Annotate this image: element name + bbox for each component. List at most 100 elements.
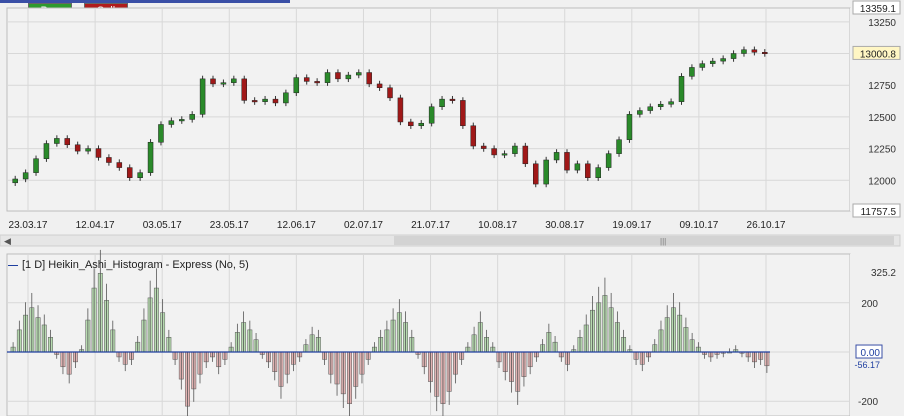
- candle-up: [189, 114, 195, 120]
- candle-down: [585, 163, 591, 178]
- candle-up: [85, 148, 91, 152]
- candle-down: [241, 78, 247, 101]
- candle-up: [616, 139, 622, 154]
- candle-up: [147, 141, 154, 173]
- candle-down: [251, 100, 258, 103]
- candle-down: [408, 121, 414, 127]
- date-tick-label: 30.08.17: [545, 220, 584, 231]
- indicator-tick-label: -200: [858, 397, 878, 408]
- legend-line-icon: [8, 264, 18, 266]
- candle-up: [605, 153, 612, 168]
- candle-down: [74, 144, 81, 152]
- candle-down: [272, 98, 279, 104]
- candle-up: [428, 106, 435, 124]
- candle-down: [449, 98, 456, 101]
- candle-up: [418, 122, 424, 127]
- candle-down: [210, 78, 216, 85]
- candle-up: [262, 98, 268, 102]
- candle-up: [199, 78, 206, 115]
- price-tick-label: 12000: [868, 176, 896, 187]
- horizontal-scrollbar[interactable]: ◀ |||: [0, 234, 901, 247]
- candle-up: [324, 72, 331, 83]
- price-tick-label: 12750: [868, 81, 896, 92]
- candle-down: [376, 83, 383, 88]
- candle-down: [470, 125, 477, 147]
- candle-up: [137, 172, 143, 178]
- date-tick-label: 21.07.17: [411, 220, 450, 231]
- candle-up: [699, 63, 706, 68]
- candle-down: [397, 97, 404, 123]
- candle-down: [751, 49, 758, 53]
- scroll-grip-icon[interactable]: |||: [660, 237, 666, 246]
- candle-up: [43, 143, 50, 159]
- candle-down: [106, 157, 112, 163]
- price-current-label: 13000.8: [860, 49, 897, 60]
- candle-up: [709, 60, 716, 64]
- candle-up: [730, 53, 737, 59]
- date-tick-label: 02.07.17: [344, 220, 383, 231]
- date-tick-label: 10.08.17: [478, 220, 517, 231]
- candle-down: [303, 77, 310, 82]
- candle-up: [668, 101, 674, 105]
- indicator-legend-label: [1 D] Heikin_Ashi_Histogram - Express (N…: [22, 259, 249, 271]
- date-tick-label: 23.03.17: [9, 220, 48, 231]
- candle-up: [595, 167, 601, 178]
- candle-up: [553, 152, 560, 161]
- candle-up: [356, 72, 362, 76]
- candle-up: [637, 110, 643, 115]
- candle-up: [439, 98, 445, 107]
- candle-up: [283, 92, 289, 104]
- candle-down: [387, 87, 393, 99]
- candle-down: [460, 100, 466, 127]
- scroll-left-icon[interactable]: ◀: [4, 236, 11, 246]
- candle-up: [231, 78, 237, 83]
- candle-down: [116, 162, 123, 168]
- price-tick-label: 12500: [868, 113, 896, 124]
- price-min-label: 11757.5: [861, 207, 897, 218]
- candle-up: [689, 67, 695, 77]
- candle-down: [533, 163, 539, 185]
- candle-up: [22, 172, 29, 180]
- candle-up: [179, 119, 185, 122]
- candle-down: [480, 145, 487, 149]
- price-tick-label: 13250: [868, 18, 896, 29]
- candle-up: [12, 178, 18, 184]
- candle-down: [64, 138, 71, 146]
- date-tick-label: 26.10.17: [747, 220, 786, 231]
- candle-down: [522, 145, 529, 165]
- candle-up: [220, 82, 227, 85]
- candle-up: [512, 145, 518, 154]
- candle-up: [501, 153, 508, 156]
- date-axis: 23.03.17 12.04.17 03.05.17 23.05.17 12.06.17…: [9, 220, 786, 231]
- candle-up: [647, 106, 654, 111]
- date-tick-label: 12.06.17: [277, 220, 316, 231]
- date-tick-label: 09.10.17: [679, 220, 718, 231]
- candle-up: [293, 77, 300, 94]
- candle-up: [720, 58, 726, 62]
- indicator-pane: [6, 253, 851, 416]
- candle-up: [33, 158, 39, 173]
- candle-up: [54, 138, 60, 144]
- candle-down: [564, 152, 570, 171]
- candle-down: [314, 81, 320, 84]
- candle-up: [158, 124, 164, 143]
- date-tick-label: 03.05.17: [143, 220, 182, 231]
- date-tick-label: 19.09.17: [612, 220, 651, 231]
- date-tick-label: 23.05.17: [210, 220, 249, 231]
- candle-up: [626, 114, 633, 140]
- candle-down: [491, 148, 497, 156]
- candle-down: [126, 167, 133, 178]
- indicator-current2-label: -56.17: [854, 360, 880, 370]
- candle-up: [657, 103, 664, 107]
- candle-up: [574, 163, 581, 171]
- candle-up: [168, 120, 175, 125]
- indicator-max-label: 325.2: [871, 268, 896, 279]
- candle-up: [741, 49, 747, 54]
- price-tick-label: 12250: [868, 145, 896, 156]
- candle-down: [95, 148, 102, 158]
- candle-down: [762, 51, 768, 54]
- candle-up: [345, 74, 352, 80]
- candle-up: [678, 76, 685, 102]
- indicator-current-label: 0.00: [861, 348, 881, 359]
- trading-chart[interactable]: 12000122501250012750130001325013359.1130…: [0, 0, 904, 416]
